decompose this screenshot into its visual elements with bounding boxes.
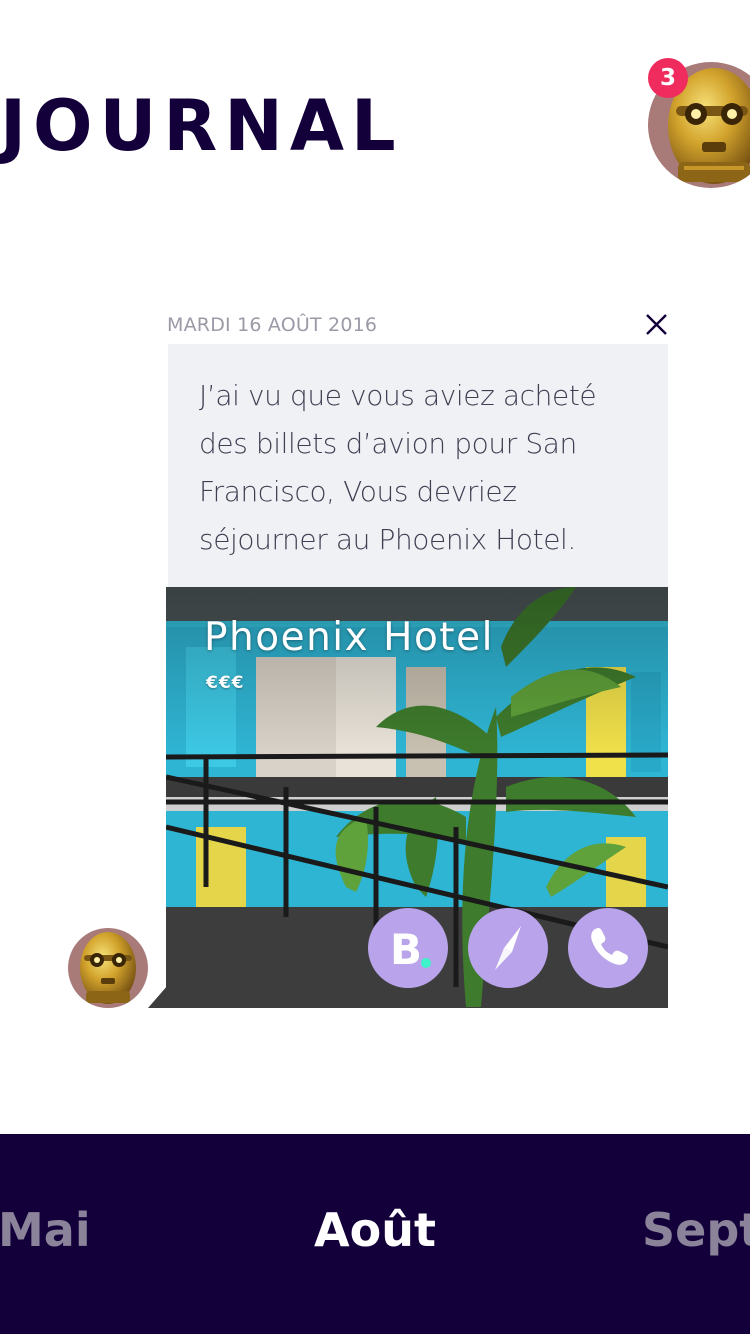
hotel-name: Phoenix Hotel [204, 615, 494, 660]
booking-b-icon: B [390, 925, 431, 974]
month-tab-next[interactable]: Sept [642, 1202, 750, 1258]
svg-text:B: B [390, 925, 422, 974]
page-title: JOURNAL [0, 85, 403, 167]
directions-button[interactable] [468, 908, 548, 988]
call-button[interactable] [568, 908, 648, 988]
phone-icon [591, 928, 628, 965]
notification-badge: 3 [648, 58, 688, 98]
booking-button[interactable]: B [368, 908, 448, 988]
close-icon [646, 314, 667, 335]
message-text: J’ai vu que vous aviez acheté des billet… [199, 379, 597, 556]
hotel-card[interactable]: Phoenix Hotel €€€ B [166, 587, 668, 1008]
message-bubble: J’ai vu que vous aviez acheté des billet… [168, 344, 668, 587]
card-date: MARDI 16 AOÛT 2016 [167, 314, 378, 336]
hotel-price-level: €€€ [206, 673, 245, 693]
month-tab-current[interactable]: Août [0, 1202, 750, 1258]
sender-avatar [68, 928, 148, 1008]
compass-icon [495, 926, 521, 970]
close-button[interactable] [640, 309, 672, 341]
month-nav: Mai Août Sept [0, 1134, 750, 1334]
bubble-tail [148, 985, 168, 1008]
